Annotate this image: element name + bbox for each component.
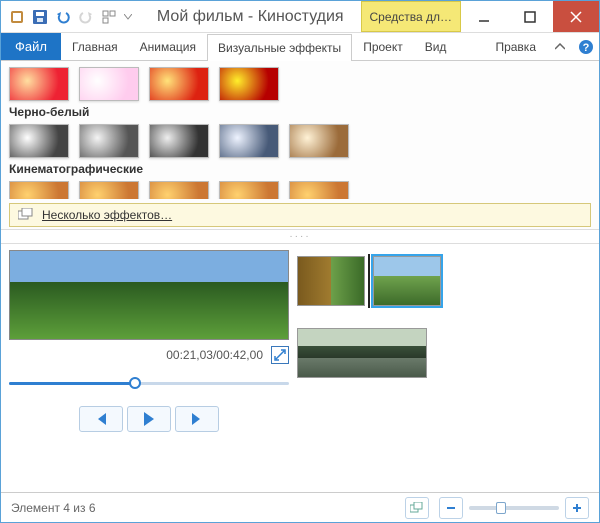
- multiple-effects-label: Несколько эффектов…: [42, 208, 172, 222]
- redo-icon[interactable]: [76, 7, 96, 27]
- section-label-bw: Черно-белый: [9, 105, 591, 119]
- statusbar: Элемент 4 из 6: [1, 492, 599, 522]
- minimize-button[interactable]: [461, 1, 507, 32]
- tab-view[interactable]: Вид: [414, 33, 458, 60]
- zoom-slider[interactable]: [469, 506, 559, 510]
- clip-row: [297, 254, 591, 308]
- ribbon-tabstrip: Файл Главная Анимация Визуальные эффекты…: [1, 33, 599, 61]
- panel-resize-grip[interactable]: ····: [1, 230, 599, 244]
- app-icon[interactable]: [7, 7, 27, 27]
- effect-thumb[interactable]: [149, 124, 209, 158]
- effect-thumb[interactable]: [9, 67, 69, 101]
- window-controls: [461, 1, 599, 32]
- timecode: 00:21,03/00:42,00: [166, 348, 263, 362]
- quick-access-toolbar: [1, 1, 140, 32]
- effect-thumb[interactable]: [79, 181, 139, 199]
- undo-icon[interactable]: [53, 7, 73, 27]
- close-button[interactable]: [553, 1, 599, 32]
- status-element-count: Элемент 4 из 6: [11, 501, 96, 515]
- timeline-clip[interactable]: [297, 256, 365, 306]
- effects-row-bw: [9, 124, 591, 158]
- clip-row: [297, 328, 591, 378]
- section-label-cine: Кинематографические: [9, 162, 591, 176]
- chevron-down-icon[interactable]: [122, 7, 134, 27]
- effect-thumb[interactable]: [289, 124, 349, 158]
- multi-effects-icon: [18, 208, 34, 222]
- window-title: Мой фильм - Киностудия: [140, 1, 361, 32]
- zoom-control: [439, 497, 589, 519]
- tab-project[interactable]: Проект: [352, 33, 414, 60]
- effects-row-cine: [9, 181, 591, 199]
- seek-thumb[interactable]: [129, 377, 141, 389]
- fullscreen-button[interactable]: [271, 346, 289, 364]
- collapse-ribbon-icon[interactable]: [547, 43, 573, 51]
- effect-thumb[interactable]: [79, 124, 139, 158]
- play-button[interactable]: [127, 406, 171, 432]
- zoom-out-button[interactable]: [439, 497, 463, 519]
- effect-thumb[interactable]: [219, 67, 279, 101]
- tab-visual-effects[interactable]: Визуальные эффекты: [207, 34, 352, 61]
- tab-animation[interactable]: Анимация: [129, 33, 207, 60]
- playhead[interactable]: [368, 254, 370, 308]
- timeline-clip[interactable]: [297, 328, 427, 378]
- expand-icon: [274, 349, 286, 361]
- help-icon[interactable]: ?: [573, 39, 599, 55]
- next-frame-button[interactable]: [175, 406, 219, 432]
- titlebar: Мой фильм - Киностудия Средства дл…: [1, 1, 599, 33]
- zoom-in-button[interactable]: [565, 497, 589, 519]
- playback-controls: [9, 406, 289, 432]
- effects-row-recent: [9, 67, 591, 101]
- maximize-button[interactable]: [507, 1, 553, 32]
- preview-pane: 00:21,03/00:42,00: [9, 250, 289, 486]
- prev-frame-button[interactable]: [79, 406, 123, 432]
- zoom-thumb[interactable]: [496, 502, 506, 514]
- qat-customize-icon[interactable]: [99, 7, 119, 27]
- preview-frame: [9, 250, 289, 340]
- effect-thumb[interactable]: [149, 181, 209, 199]
- timeline-pane[interactable]: [297, 250, 591, 486]
- effect-thumb[interactable]: [149, 67, 209, 101]
- time-row: 00:21,03/00:42,00: [9, 346, 289, 364]
- multiple-effects-button[interactable]: Несколько эффектов…: [9, 203, 591, 227]
- thumbnail-view-button[interactable]: [405, 497, 429, 519]
- svg-text:?: ?: [583, 42, 590, 54]
- effect-thumb[interactable]: [9, 124, 69, 158]
- timeline-clip-selected[interactable]: [373, 256, 441, 306]
- tab-home[interactable]: Главная: [61, 33, 129, 60]
- main-area: 00:21,03/00:42,00: [1, 244, 599, 492]
- file-tab[interactable]: Файл: [1, 33, 61, 60]
- thumbnail-icon: [410, 502, 424, 514]
- contextual-tab[interactable]: Средства дл…: [361, 1, 462, 32]
- effect-thumb[interactable]: [9, 181, 69, 199]
- effect-thumb[interactable]: [219, 181, 279, 199]
- effects-gallery: Черно-белый Кинематографические Нескольк…: [1, 61, 599, 230]
- save-icon[interactable]: [30, 7, 50, 27]
- effect-thumb[interactable]: [79, 67, 139, 101]
- app-window: Мой фильм - Киностудия Средства дл… Файл…: [0, 0, 600, 523]
- effect-thumb[interactable]: [219, 124, 279, 158]
- effect-thumb[interactable]: [289, 181, 349, 199]
- tab-edit[interactable]: Правка: [484, 39, 547, 54]
- seek-slider[interactable]: [9, 374, 289, 392]
